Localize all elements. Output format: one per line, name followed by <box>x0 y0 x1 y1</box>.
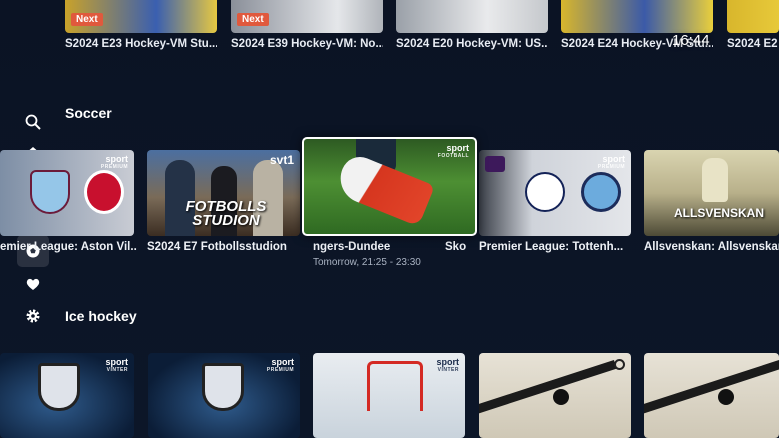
svt1-badge: svt1 <box>269 153 294 167</box>
sidebar-item-settings[interactable] <box>17 300 49 332</box>
vsport-badge: sport FOOTBALL <box>437 143 469 160</box>
fotbollsstudion-logo: FOTBOLLS STUDION <box>185 198 267 229</box>
vsport-badge: sport PREMIUM <box>597 154 625 171</box>
sidebar-item-favorites[interactable] <box>17 268 49 300</box>
logo-ring-icon <box>614 359 625 370</box>
manchester-city-crest <box>581 172 621 212</box>
soccer-card-title: Premier League: Tottenh... <box>479 241 624 253</box>
top-card-title: S2024 E23 Hockey-VM Stu... <box>65 38 217 50</box>
sidebar-item-search[interactable] <box>17 106 49 138</box>
heart-icon <box>26 278 40 290</box>
next-badge: Next <box>237 13 269 26</box>
icehockey-card-nhl-2[interactable]: sport PREMIUM <box>148 353 300 438</box>
top-card-title: S2024 E2 <box>727 38 778 50</box>
trophy <box>702 158 728 202</box>
icehockey-card-sticks-2[interactable] <box>644 353 779 438</box>
top-card-title: S2024 E20 Hockey-VM: US... <box>396 38 548 50</box>
top-card-2[interactable]: Next <box>231 0 383 33</box>
vsport-badge: sport VINTER <box>436 357 460 374</box>
vsport-badge: sport PREMIUM <box>100 154 128 171</box>
soccer-card-aston-villa[interactable]: sport PREMIUM <box>0 150 134 236</box>
section-title-soccer: Soccer <box>65 105 112 121</box>
aston-villa-crest <box>30 170 70 214</box>
vsport-badge: sport PREMIUM <box>266 357 294 374</box>
soccer-card-title: S2024 E7 Fotbollsstudion <box>147 241 287 253</box>
liverpool-crest <box>84 170 124 214</box>
soccer-card-title: Sko <box>445 241 467 253</box>
nhl-logo <box>202 363 244 411</box>
premier-league-logo <box>485 156 505 172</box>
top-card-4[interactable] <box>561 0 713 33</box>
hockey-stick <box>644 360 779 415</box>
icehockey-card-sticks-1[interactable] <box>479 353 631 438</box>
gear-icon <box>26 309 40 323</box>
soccer-card-title: ngers-Dundee <box>313 241 391 253</box>
screen: 16:44 Next S2024 E23 Hockey-VM Stu... Ne… <box>0 0 779 438</box>
top-card-title: S2024 E39 Hockey-VM: No... <box>231 38 383 50</box>
top-card-5[interactable] <box>727 0 779 33</box>
next-badge: Next <box>71 13 103 26</box>
section-title-ice-hockey: Ice hockey <box>65 308 137 324</box>
soccer-card-allsvenskan[interactable]: ALLSVENSKAN <box>644 150 779 236</box>
soccer-card-title: Allsvenskan: Allsvenskan <box>644 241 779 253</box>
soccer-card-tottenham[interactable]: sport PREMIUM <box>479 150 631 236</box>
vsport-badge: sport VINTER <box>105 357 129 374</box>
nhl-logo <box>38 363 80 411</box>
icehockey-card-goal[interactable]: sport VINTER <box>313 353 465 438</box>
puck <box>718 389 734 405</box>
soccer-card-fotbollsstudion[interactable]: FOTBOLLS STUDION svt1 <box>147 150 300 236</box>
top-card-1[interactable]: Next <box>65 0 217 33</box>
puck <box>553 389 569 405</box>
soccer-card-title: emier League: Aston Vil... <box>0 241 137 253</box>
clock: 16:44 <box>672 32 710 49</box>
search-icon <box>25 114 41 130</box>
top-card-3[interactable] <box>396 0 548 33</box>
soccer-card-subtitle: Tomorrow, 21:25 - 23:30 <box>313 257 421 268</box>
hockey-goal <box>367 361 423 411</box>
tottenham-crest <box>525 172 565 212</box>
hockey-stick <box>479 360 617 415</box>
allsvenskan-logo: ALLSVENSKAN <box>674 206 765 220</box>
soccer-card-rangers-dundee[interactable]: sport FOOTBALL <box>302 137 477 236</box>
icehockey-card-nhl-1[interactable]: sport VINTER <box>0 353 134 438</box>
